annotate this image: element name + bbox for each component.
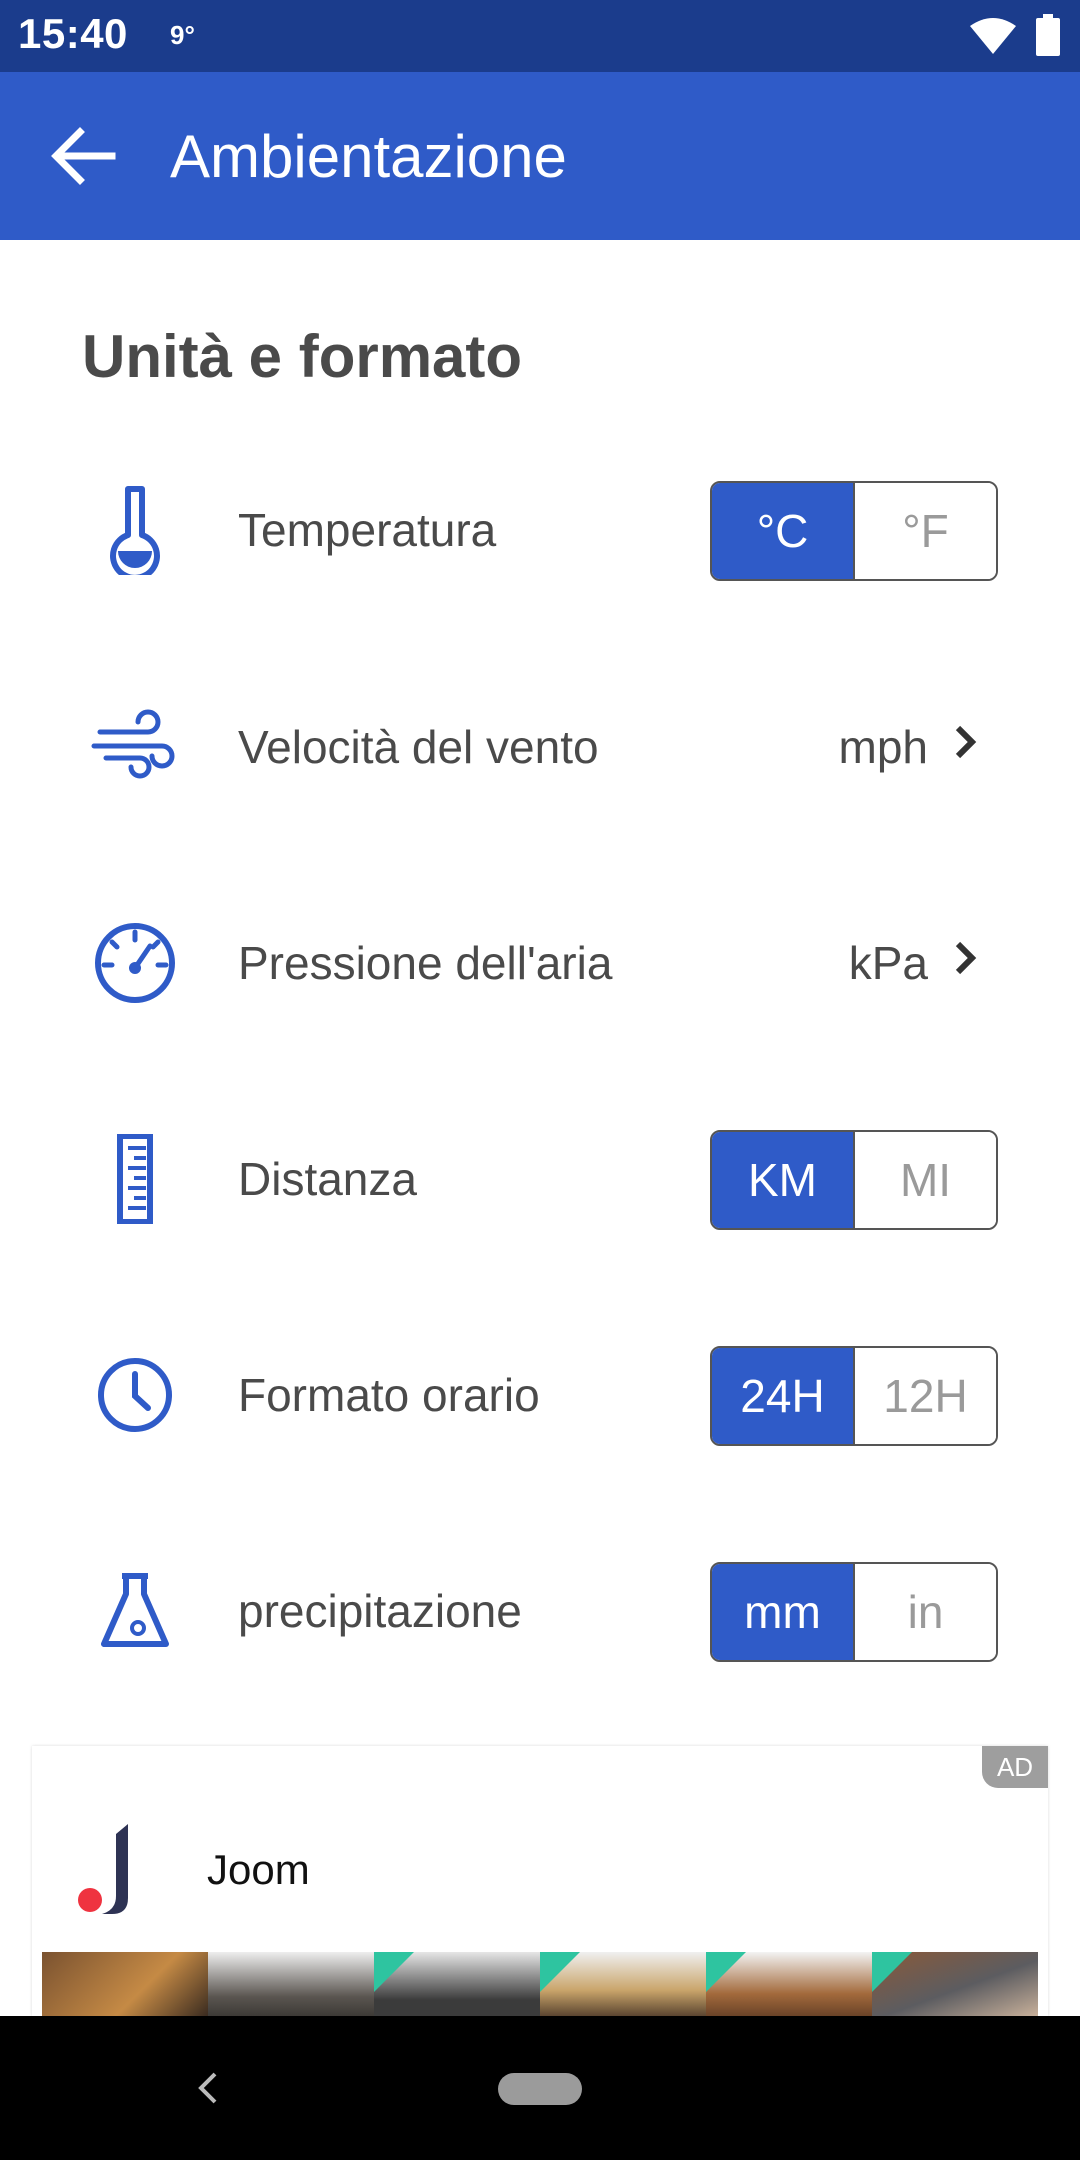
product-thumb[interactable] bbox=[872, 1952, 1038, 2016]
mm-option[interactable]: mm bbox=[712, 1564, 853, 1660]
joom-logo bbox=[78, 1824, 128, 1914]
navigation-bar bbox=[0, 2016, 1080, 2160]
setting-row-time-format: Formato orario 24H 12H bbox=[0, 1320, 1080, 1460]
celsius-option[interactable]: °C bbox=[712, 483, 853, 579]
thermometer-icon bbox=[110, 486, 160, 575]
gauge-icon bbox=[95, 923, 175, 1003]
setting-row-distance: Distanza KM MI bbox=[0, 1104, 1080, 1244]
24h-option[interactable]: 24H bbox=[712, 1348, 853, 1444]
app-bar: Ambientazione bbox=[0, 72, 1080, 240]
in-option[interactable]: in bbox=[853, 1564, 996, 1660]
ad-banner[interactable]: AD Joom bbox=[32, 1746, 1048, 2016]
product-thumb[interactable] bbox=[374, 1952, 540, 2016]
km-option[interactable]: KM bbox=[712, 1132, 853, 1228]
discount-tag bbox=[374, 1952, 414, 1992]
wind-speed-label: Velocità del vento bbox=[238, 721, 599, 773]
product-thumb[interactable] bbox=[208, 1952, 374, 2016]
status-time: 15:40 bbox=[18, 10, 128, 57]
temperature-label: Temperatura bbox=[238, 504, 497, 556]
time-format-label: Formato orario bbox=[238, 1369, 540, 1421]
temperature-toggle[interactable]: °C °F bbox=[710, 481, 998, 581]
air-pressure-value: kPa bbox=[848, 937, 928, 989]
mi-option[interactable]: MI bbox=[853, 1132, 996, 1228]
time-format-toggle[interactable]: 24H 12H bbox=[710, 1346, 998, 1446]
chevron-right-icon bbox=[955, 941, 977, 975]
ruler-icon bbox=[117, 1134, 153, 1224]
wind-speed-value: mph bbox=[838, 721, 928, 773]
setting-row-air-pressure[interactable]: Pressione dell'aria kPa bbox=[0, 888, 1080, 1028]
wind-icon bbox=[91, 709, 175, 779]
advertiser-name: Joom bbox=[207, 1846, 310, 1893]
fahrenheit-option[interactable]: °F bbox=[853, 483, 996, 579]
precipitation-toggle[interactable]: mm in bbox=[710, 1562, 998, 1662]
setting-row-precipitation: precipitazione mm in bbox=[0, 1536, 1080, 1676]
section-title: Unità e formato bbox=[82, 323, 523, 390]
discount-tag bbox=[706, 1952, 746, 1992]
discount-tag bbox=[540, 1952, 580, 1992]
back-arrow-icon[interactable] bbox=[40, 116, 130, 196]
nav-back-icon[interactable] bbox=[195, 2068, 221, 2108]
status-bar: 15:40 9° bbox=[0, 0, 1080, 72]
battery-icon bbox=[1036, 14, 1060, 56]
ad-badge: AD bbox=[982, 1746, 1048, 1788]
clock-icon bbox=[98, 1358, 172, 1432]
precipitation-label: precipitazione bbox=[238, 1585, 522, 1637]
status-temperature: 9° bbox=[170, 20, 195, 50]
ad-product-strip[interactable] bbox=[42, 1952, 1038, 2016]
setting-row-wind-speed[interactable]: Velocità del vento mph bbox=[0, 672, 1080, 812]
discount-tag bbox=[872, 1952, 912, 1992]
12h-option[interactable]: 12H bbox=[853, 1348, 996, 1444]
distance-toggle[interactable]: KM MI bbox=[710, 1130, 998, 1230]
product-thumb[interactable] bbox=[706, 1952, 872, 2016]
air-pressure-label: Pressione dell'aria bbox=[238, 937, 613, 989]
product-thumb[interactable] bbox=[42, 1952, 208, 2016]
wifi-icon bbox=[970, 18, 1016, 54]
distance-label: Distanza bbox=[238, 1153, 417, 1205]
flask-icon bbox=[101, 1573, 169, 1647]
chevron-right-icon bbox=[955, 725, 977, 759]
setting-row-temperature: Temperatura °C °F bbox=[0, 455, 1080, 595]
nav-home-button[interactable] bbox=[498, 2073, 582, 2105]
page-title: Ambientazione bbox=[170, 123, 567, 190]
product-thumb[interactable] bbox=[540, 1952, 706, 2016]
